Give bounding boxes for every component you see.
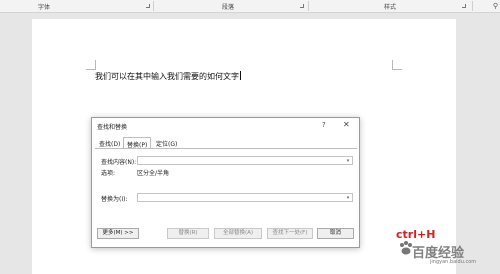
options-value: 区分全/半角 xyxy=(137,170,170,177)
styles-dialog-launcher-icon[interactable] xyxy=(462,4,466,8)
ribbon-group-paragraph: 段落 xyxy=(222,4,235,11)
ribbon-group-styles: 样式 xyxy=(384,4,397,11)
find-what-label: 查找内容(N): xyxy=(101,159,137,166)
chevron-down-icon[interactable]: ▾ xyxy=(345,195,351,201)
replace-all-button[interactable]: 全部替换(A) xyxy=(214,228,262,239)
help-icon[interactable]: ? xyxy=(322,121,326,129)
dialog-title: 查找和替换 xyxy=(97,124,128,131)
text-cursor xyxy=(240,71,241,80)
ribbon-separator xyxy=(308,1,309,11)
cancel-button[interactable]: 取消 xyxy=(317,228,354,239)
options-label: 选项: xyxy=(101,170,116,177)
editing-icon[interactable]: ⚲ xyxy=(493,2,498,10)
watermark-url: jingyan.baidu.com xyxy=(430,259,477,265)
close-icon[interactable]: ✕ xyxy=(343,120,350,129)
baidu-paw-logo-icon xyxy=(400,241,412,255)
tab-divider xyxy=(95,148,357,149)
document-body-text[interactable]: 我们可以在其中输入我们需要的如何文字 xyxy=(95,71,241,82)
margin-corner-marker xyxy=(86,60,96,70)
document-text-content: 我们可以在其中输入我们需要的如何文字 xyxy=(95,72,239,81)
ribbon-group-labels: 字体 段落 样式 ⚲ xyxy=(0,0,500,13)
font-dialog-launcher-icon[interactable] xyxy=(146,4,150,8)
find-what-combobox[interactable]: ▾ xyxy=(137,156,353,165)
ribbon-separator xyxy=(472,1,473,11)
replace-button[interactable]: 替换(R) xyxy=(167,228,209,239)
replace-with-combobox[interactable]: ▾ xyxy=(137,193,353,202)
replace-with-label: 替换为(I): xyxy=(101,196,128,203)
paragraph-dialog-launcher-icon[interactable] xyxy=(300,4,304,8)
chevron-down-icon[interactable]: ▾ xyxy=(345,158,351,164)
ribbon-group-font: 字体 xyxy=(38,4,51,11)
more-button[interactable]: 更多(M) >> xyxy=(97,228,139,239)
find-next-button[interactable]: 查找下一处(F) xyxy=(267,228,313,239)
ribbon-separator xyxy=(153,1,154,11)
margin-corner-marker xyxy=(392,60,402,70)
find-replace-dialog: 查找和替换 ? ✕ 查找(D) 替换(P) 定位(G) 查找内容(N): ▾ 选… xyxy=(91,117,360,248)
